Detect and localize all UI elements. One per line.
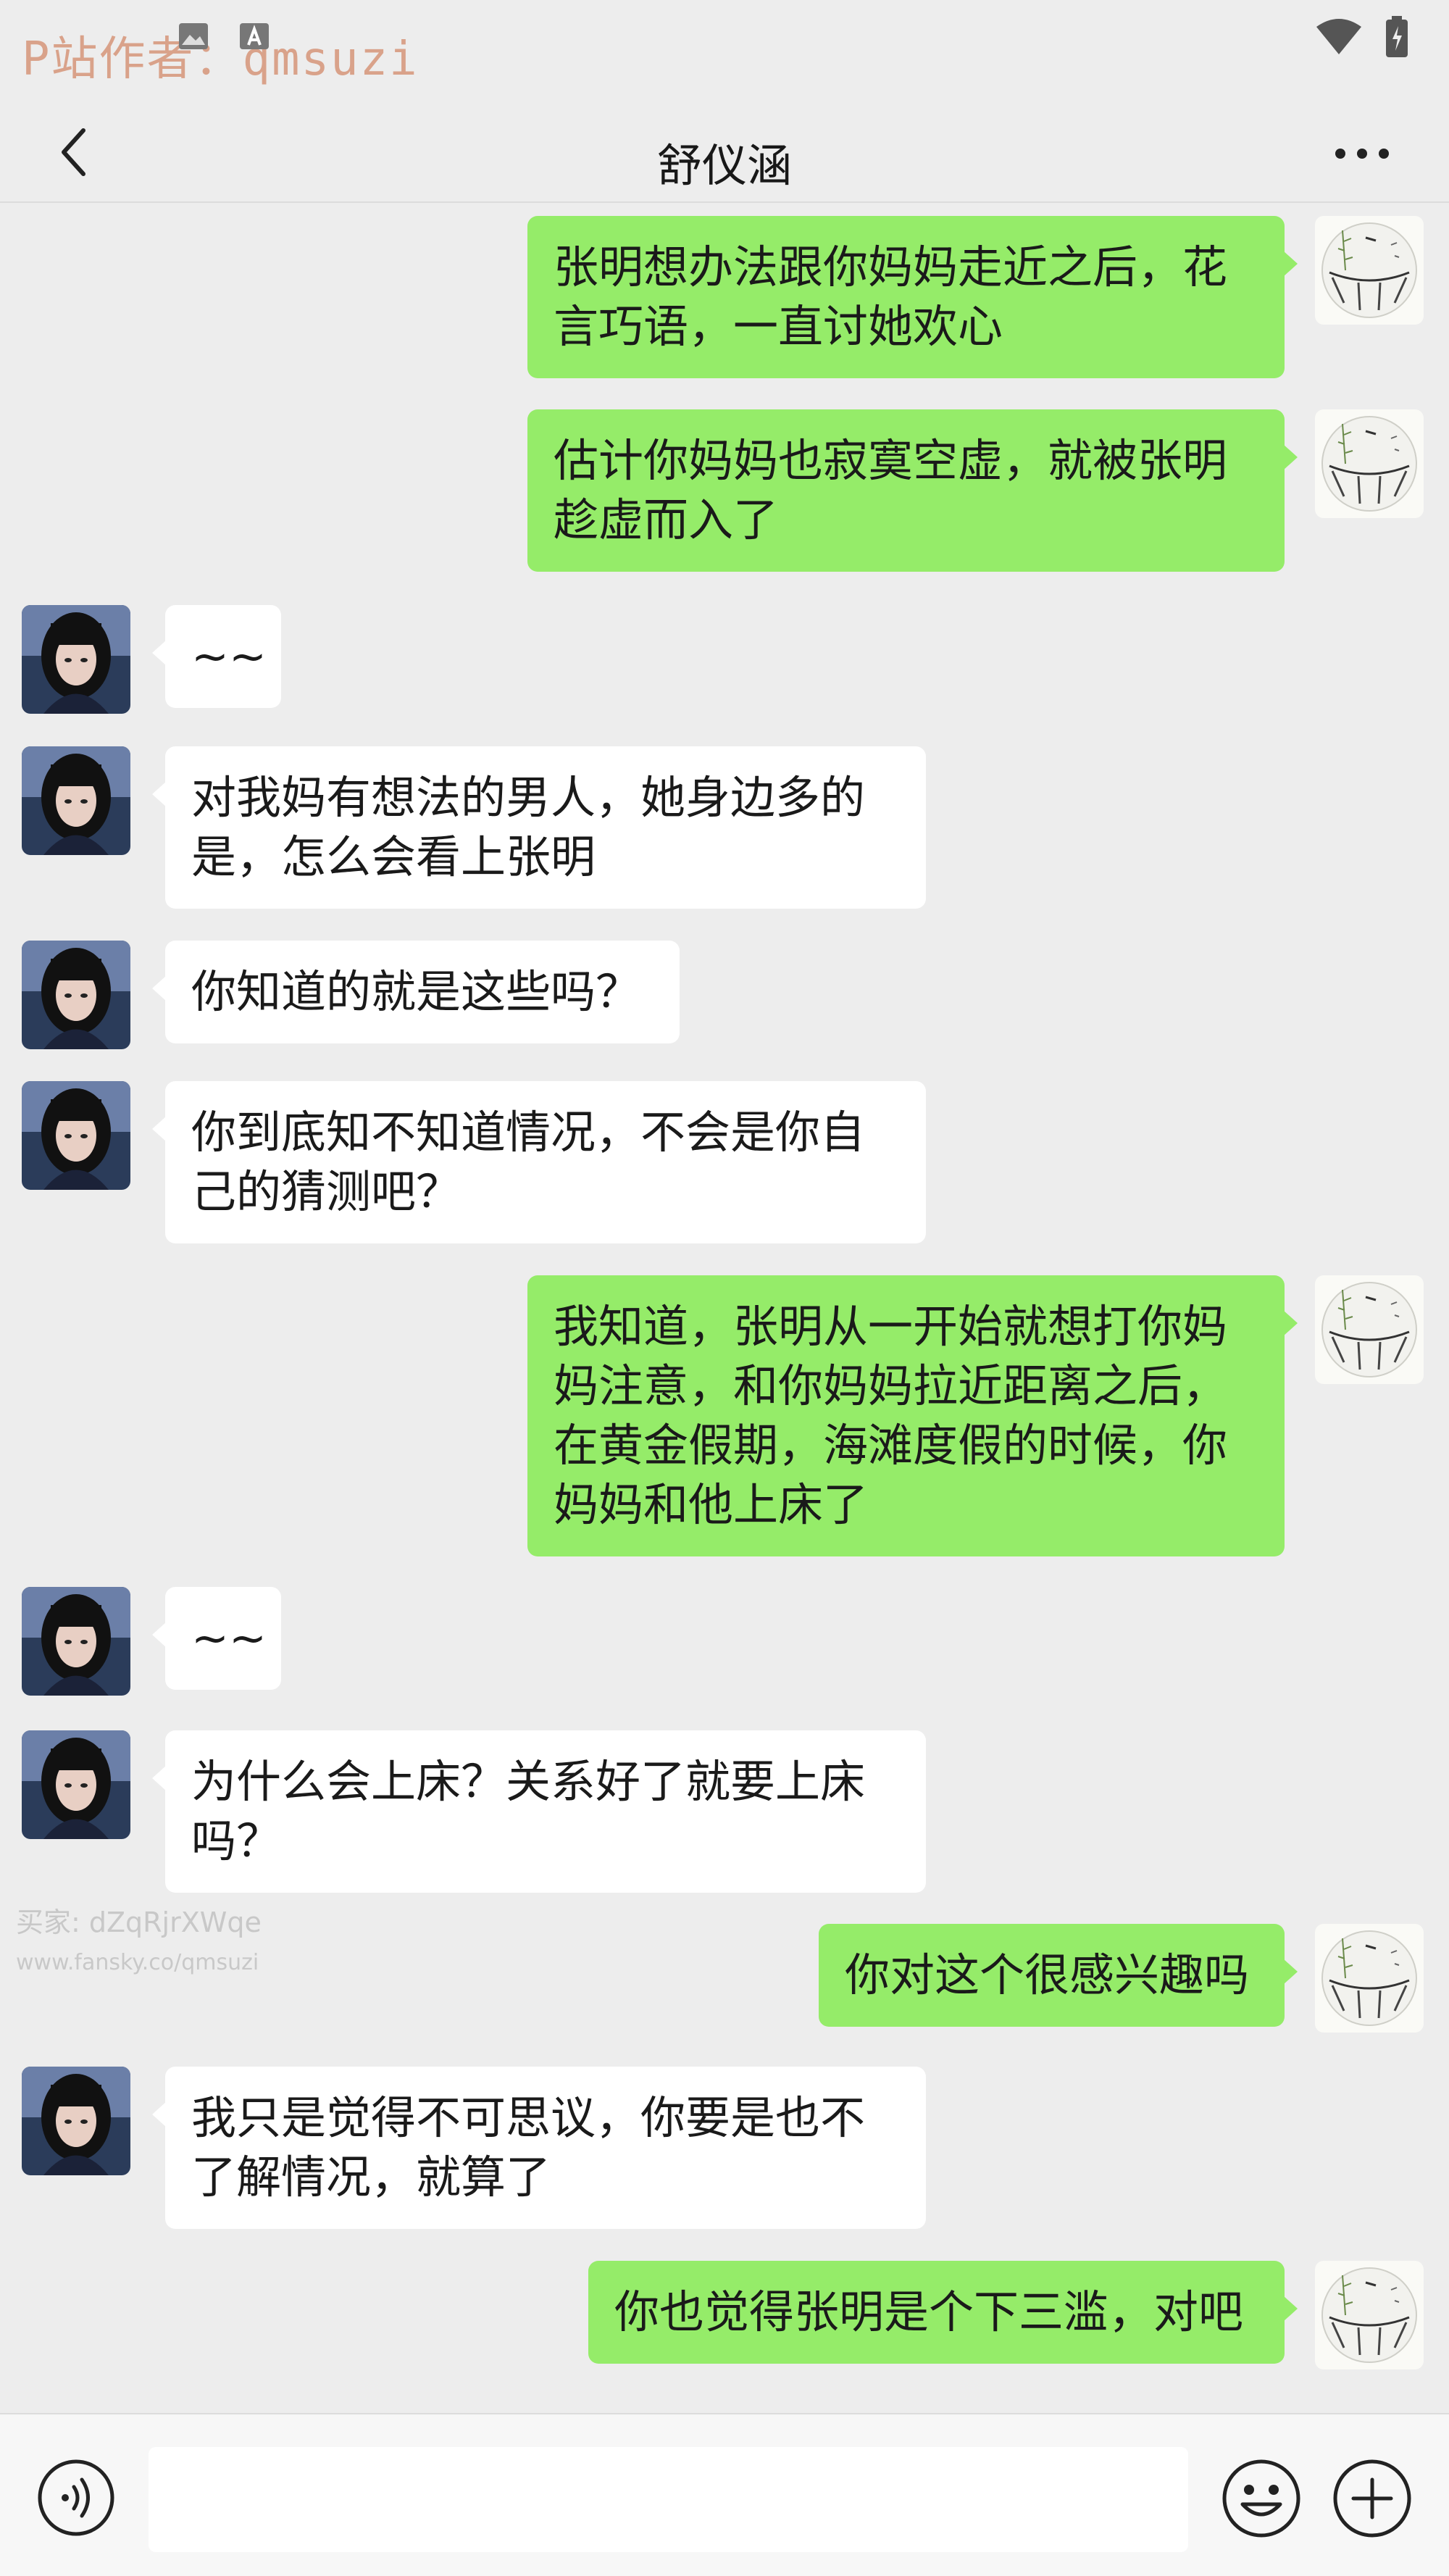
contact-avatar[interactable] xyxy=(22,941,130,1049)
message-bubble[interactable]: 张明想办法跟你妈妈走近之后，花言巧语，一直讨她欢心 xyxy=(527,216,1298,378)
battery-icon xyxy=(1386,16,1408,57)
message-bubble[interactable]: ~~ xyxy=(152,1587,281,1690)
contact-avatar[interactable] xyxy=(22,1730,130,1839)
watermark-buyer: 买家: dZqRjrXWqe www.fansky.co/qmsuzi xyxy=(16,1902,262,1983)
watermark-buyer-id: 买家: dZqRjrXWqe xyxy=(16,1906,262,1938)
contact-avatar[interactable] xyxy=(22,605,130,714)
chat-title: 舒仪涵 xyxy=(656,139,792,192)
message-bubble[interactable]: 我知道，张明从一开始就想打你妈妈注意，和你妈妈拉近距离之后，在黄金假期，海滩度假… xyxy=(527,1275,1298,1556)
my-avatar[interactable] xyxy=(1315,1275,1424,1384)
message-bubble[interactable]: 我只是觉得不可思议，你要是也不了解情况，就算了 xyxy=(152,2067,926,2229)
message-bubble[interactable]: 你知道的就是这些吗？ xyxy=(152,941,680,1043)
chat-header: 舒仪涵 xyxy=(0,101,1449,203)
status-icons xyxy=(1315,16,1409,58)
message-bubble[interactable]: 你也觉得张明是个下三滥，对吧 xyxy=(588,2261,1298,2364)
my-avatar[interactable] xyxy=(1315,216,1424,325)
message-bubble[interactable]: 对我妈有想法的男人，她身边多的是，怎么会看上张明 xyxy=(152,746,926,909)
my-avatar[interactable] xyxy=(1315,1924,1424,2033)
message-bubble[interactable]: 你对这个很感兴趣吗 xyxy=(819,1924,1298,2027)
wifi-icon xyxy=(1316,19,1361,54)
image-notification-icon xyxy=(179,23,208,49)
contact-avatar[interactable] xyxy=(22,1081,130,1190)
input-bar xyxy=(0,2413,1449,2576)
message-bubble[interactable]: 你到底知不知道情况，不会是你自己的猜测吧？ xyxy=(152,1081,926,1243)
voice-input-icon[interactable] xyxy=(36,2458,116,2538)
emoji-icon[interactable] xyxy=(1221,2458,1302,2539)
contact-avatar[interactable] xyxy=(22,2067,130,2175)
my-avatar[interactable] xyxy=(1315,409,1424,518)
watermark-url: www.fansky.co/qmsuzi xyxy=(16,1950,259,1975)
message-bubble[interactable]: ~~ xyxy=(152,605,281,708)
contact-avatar[interactable] xyxy=(22,1587,130,1696)
message-bubble[interactable]: 估计你妈妈也寂寞空虚，就被张明趁虚而入了 xyxy=(527,409,1298,572)
add-attachment-icon[interactable] xyxy=(1332,2458,1413,2539)
status-bar: P站作者：qmsuzi xyxy=(0,0,1449,101)
notification-icons xyxy=(178,20,270,52)
message-input[interactable] xyxy=(149,2447,1188,2552)
contact-avatar[interactable] xyxy=(22,746,130,855)
more-options-icon[interactable] xyxy=(1326,130,1398,174)
keyboard-notification-icon xyxy=(240,23,269,49)
my-avatar[interactable] xyxy=(1315,2261,1424,2369)
message-bubble[interactable]: 为什么会上床？关系好了就要上床吗？ xyxy=(152,1730,926,1893)
